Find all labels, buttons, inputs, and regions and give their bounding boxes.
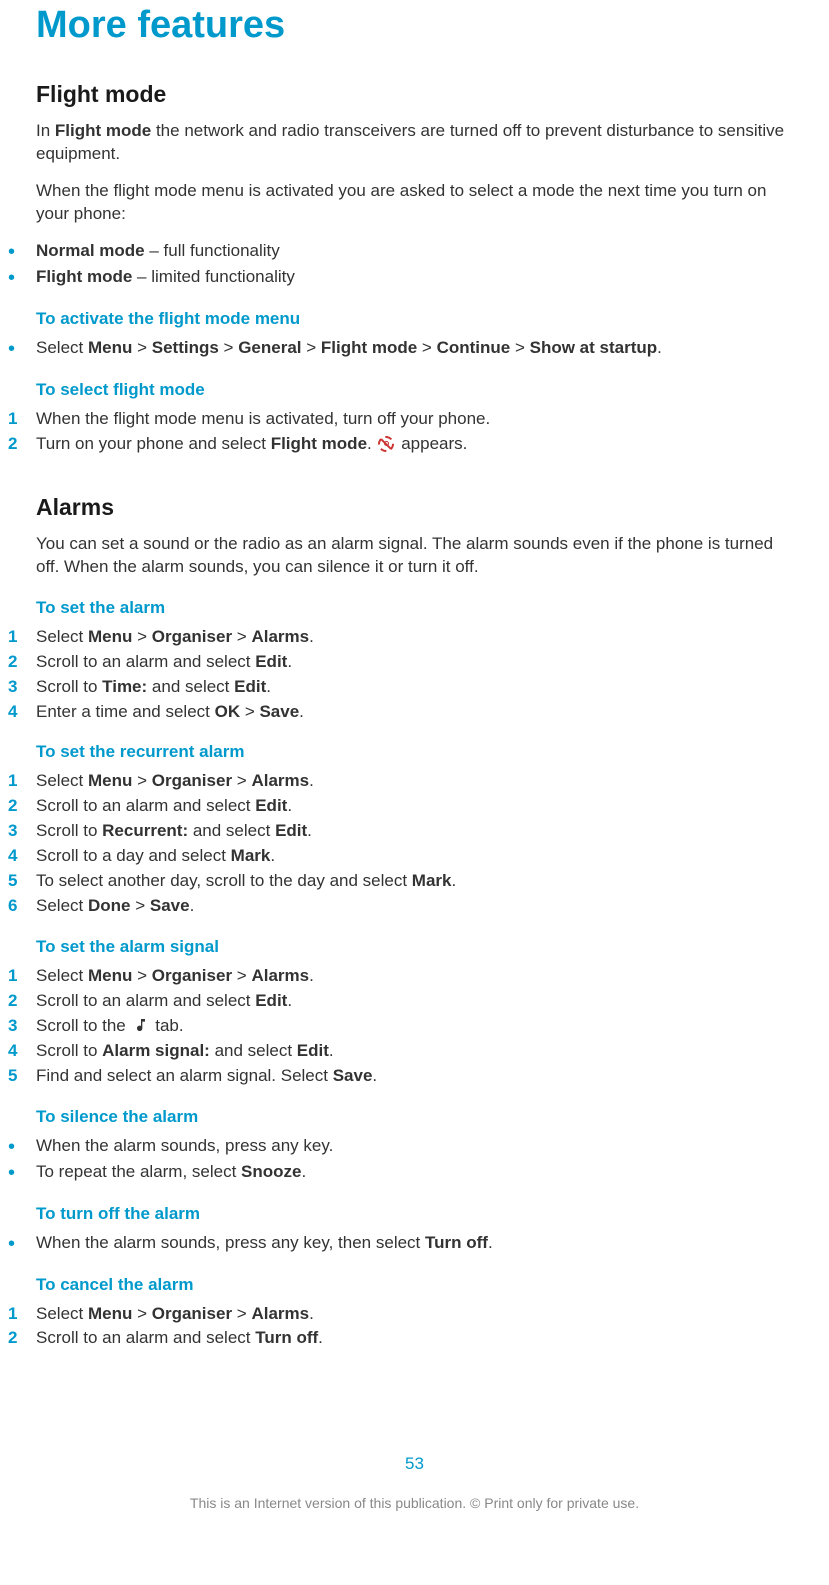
subheading-recurrent: To set the recurrent alarm — [36, 741, 793, 764]
subheading-cancel: To cancel the alarm — [36, 1274, 793, 1297]
step-number: 1 — [8, 965, 36, 988]
list-item: 1Select Menu > Organiser > Alarms. — [8, 770, 793, 793]
list-item: 4Enter a time and select OK > Save. — [8, 701, 793, 724]
step-number: 3 — [8, 676, 36, 699]
section-flight-mode: Flight mode In Flight mode the network a… — [36, 79, 793, 456]
footer-text: This is an Internet version of this publ… — [0, 1494, 829, 1513]
list-item: 5Find and select an alarm signal. Select… — [8, 1065, 793, 1088]
step-list: 1Select Menu > Organiser > Alarms. 2Scro… — [8, 1303, 793, 1351]
step-number: 1 — [8, 408, 36, 431]
subheading-select-flight: To select flight mode — [36, 379, 793, 402]
step-number: 1 — [8, 626, 36, 649]
step-number: 1 — [8, 1303, 36, 1326]
heading-flight-mode: Flight mode — [36, 79, 793, 110]
list-item: 2Scroll to an alarm and select Turn off. — [8, 1327, 793, 1350]
list-item: 3Scroll to Recurrent: and select Edit. — [8, 820, 793, 843]
list-item: 2Scroll to an alarm and select Edit. — [8, 651, 793, 674]
subheading-signal: To set the alarm signal — [36, 936, 793, 959]
list-item: 1Select Menu > Organiser > Alarms. — [8, 965, 793, 988]
step-number: 5 — [8, 1065, 36, 1088]
bullet-icon: • — [8, 1135, 36, 1159]
list-item: 2 Turn on your phone and select Flight m… — [8, 433, 793, 456]
step-number: 3 — [8, 1015, 36, 1038]
subheading-set-alarm: To set the alarm — [36, 597, 793, 620]
paragraph: You can set a sound or the radio as an a… — [36, 533, 793, 579]
page-number: 53 — [0, 1453, 829, 1476]
step-number: 4 — [8, 701, 36, 724]
step-number: 1 — [8, 770, 36, 793]
bullet-icon: • — [8, 1161, 36, 1185]
list-item: 2Scroll to an alarm and select Edit. — [8, 990, 793, 1013]
page-title: More features — [36, 0, 793, 51]
paragraph: When the flight mode menu is activated y… — [36, 180, 793, 226]
list-item: • Normal mode – full functionality — [8, 240, 793, 264]
step-number: 4 — [8, 845, 36, 868]
bullet-icon: • — [8, 337, 36, 361]
list-item: 5To select another day, scroll to the da… — [8, 870, 793, 893]
list-item: 1Select Menu > Organiser > Alarms. — [8, 1303, 793, 1326]
list-item: 6Select Done > Save. — [8, 895, 793, 918]
list-item: •When the alarm sounds, press any key. — [8, 1135, 793, 1159]
list-item: •When the alarm sounds, press any key, t… — [8, 1232, 793, 1256]
list-item: 1 When the flight mode menu is activated… — [8, 408, 793, 431]
subheading-silence: To silence the alarm — [36, 1106, 793, 1129]
step-number: 3 — [8, 820, 36, 843]
footer: 53 This is an Internet version of this p… — [0, 1453, 829, 1525]
step-number: 4 — [8, 1040, 36, 1063]
step-list: 1 When the flight mode menu is activated… — [8, 408, 793, 456]
step-number: 2 — [8, 1327, 36, 1350]
list-item: • Flight mode – limited functionality — [8, 266, 793, 290]
step-list: •When the alarm sounds, press any key. •… — [8, 1135, 793, 1185]
step-number: 2 — [8, 651, 36, 674]
step-list: •When the alarm sounds, press any key, t… — [8, 1232, 793, 1256]
music-icon — [133, 1015, 149, 1038]
bullet-icon: • — [8, 266, 36, 290]
bullet-icon: • — [8, 1232, 36, 1256]
list-item: 3Scroll to the tab. — [8, 1015, 793, 1038]
step-number: 5 — [8, 870, 36, 893]
paragraph: In Flight mode the network and radio tra… — [36, 120, 793, 166]
subheading-turnoff: To turn off the alarm — [36, 1203, 793, 1226]
heading-alarms: Alarms — [36, 492, 793, 523]
bullet-icon: • — [8, 240, 36, 264]
step-list: • Select Menu > Settings > General > Fli… — [8, 337, 793, 361]
list-item: • Select Menu > Settings > General > Fli… — [8, 337, 793, 361]
step-number: 2 — [8, 795, 36, 818]
step-number: 2 — [8, 433, 36, 456]
list-item: •To repeat the alarm, select Snooze. — [8, 1161, 793, 1185]
step-list: 1Select Menu > Organiser > Alarms. 2Scro… — [8, 770, 793, 918]
list-item: 1Select Menu > Organiser > Alarms. — [8, 626, 793, 649]
mode-list: • Normal mode – full functionality • Fli… — [8, 240, 793, 290]
list-item: 4Scroll to Alarm signal: and select Edit… — [8, 1040, 793, 1063]
step-number: 6 — [8, 895, 36, 918]
subheading-activate: To activate the flight mode menu — [36, 308, 793, 331]
step-list: 1Select Menu > Organiser > Alarms. 2Scro… — [8, 626, 793, 724]
list-item: 3Scroll to Time: and select Edit. — [8, 676, 793, 699]
flight-mode-icon — [378, 436, 394, 452]
step-list: 1Select Menu > Organiser > Alarms. 2Scro… — [8, 965, 793, 1088]
list-item: 2Scroll to an alarm and select Edit. — [8, 795, 793, 818]
step-number: 2 — [8, 990, 36, 1013]
section-alarms: Alarms You can set a sound or the radio … — [36, 492, 793, 1351]
list-item: 4Scroll to a day and select Mark. — [8, 845, 793, 868]
